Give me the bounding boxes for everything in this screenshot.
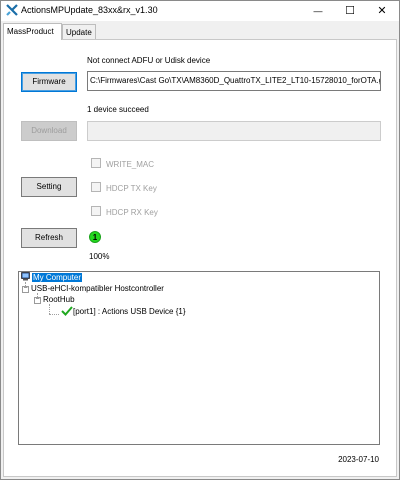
firmware-button[interactable]: Firmware xyxy=(21,72,77,92)
tab-update[interactable]: Update xyxy=(62,24,96,39)
collapse-icon[interactable]: − xyxy=(34,296,41,304)
device-count-badge: 1 xyxy=(89,231,101,243)
minimize-icon: — xyxy=(313,6,323,16)
hdcp-tx-key-checkbox[interactable]: HDCP TX Key xyxy=(91,182,157,194)
tree-line xyxy=(49,314,59,315)
download-field[interactable] xyxy=(87,121,381,141)
tree-item-my-computer[interactable]: My Computer xyxy=(21,272,83,283)
minimize-button[interactable]: — xyxy=(302,1,334,21)
checkmark-icon xyxy=(61,306,73,316)
title-bar[interactable]: ActionsMPUpdate_83xx&rx_v1.30 — ☐ ✕ xyxy=(1,1,399,21)
hdcp-rx-key-checkbox[interactable]: HDCP RX Key xyxy=(91,206,158,218)
maximize-icon: ☐ xyxy=(345,5,355,17)
tree-line xyxy=(49,304,50,314)
maximize-button[interactable]: ☐ xyxy=(334,1,366,21)
device-count-status: 1 device succeed xyxy=(87,105,149,114)
close-button[interactable]: ✕ xyxy=(366,1,398,21)
checkbox-box[interactable] xyxy=(91,158,101,168)
tree-label-usb-device: [port1] : Actions USB Device {1} xyxy=(73,307,186,316)
write-mac-checkbox[interactable]: WRITE_MAC xyxy=(91,158,154,170)
checkbox-box[interactable] xyxy=(91,206,101,216)
download-button[interactable]: Download xyxy=(21,121,77,141)
tree-label-host-controller: USB-eHCI-kompatibler Hostcontroller xyxy=(31,284,164,293)
write-mac-label: WRITE_MAC xyxy=(106,160,154,169)
computer-icon xyxy=(21,272,30,281)
app-logo-icon xyxy=(6,4,18,16)
tree-item-roothub[interactable]: RootHub xyxy=(43,294,75,305)
hdcp-rx-key-label: HDCP RX Key xyxy=(106,208,158,217)
close-icon: ✕ xyxy=(377,5,387,17)
refresh-button[interactable]: Refresh xyxy=(21,228,77,248)
tree-label-my-computer: My Computer xyxy=(32,273,83,282)
setting-button[interactable]: Setting xyxy=(21,177,77,197)
tab-massproduct[interactable]: MassProduct xyxy=(3,23,62,40)
hdcp-tx-key-label: HDCP TX Key xyxy=(106,184,157,193)
version-date: 2023-07-10 xyxy=(338,455,379,464)
window-title: ActionsMPUpdate_83xx&rx_v1.30 xyxy=(21,5,158,15)
firmware-path-field[interactable]: C:\Firmwares\Cast Go\TX\AM8360D_QuattroT… xyxy=(87,71,381,91)
collapse-icon[interactable]: − xyxy=(22,285,29,293)
tree-label-roothub: RootHub xyxy=(43,295,75,304)
checkbox-box[interactable] xyxy=(91,182,101,192)
device-tree[interactable]: My Computer − USB-eHCI-kompatibler Hostc… xyxy=(18,271,380,445)
progress-percent: 100% xyxy=(89,252,110,261)
tree-item-usb-device[interactable]: [port1] : Actions USB Device {1} xyxy=(61,306,186,317)
tree-item-host-controller[interactable]: USB-eHCI-kompatibler Hostcontroller xyxy=(31,283,164,294)
connection-status: Not connect ADFU or Udisk device xyxy=(87,56,211,65)
app-window: ActionsMPUpdate_83xx&rx_v1.30 — ☐ ✕ Mass… xyxy=(0,0,400,480)
